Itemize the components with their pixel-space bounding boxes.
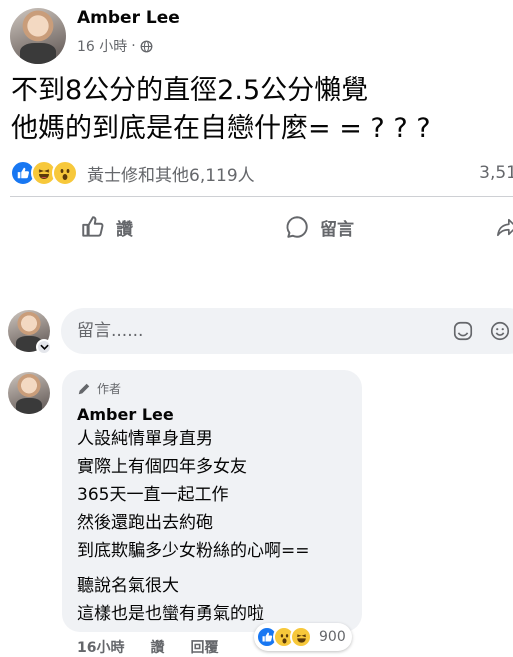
comment-line: 365天一直一起工作 xyxy=(77,485,229,505)
comment-label: 留言 xyxy=(320,219,354,240)
comment-line: 實際上有個四年多女友 xyxy=(77,457,247,477)
author-badge-label: 作者 xyxy=(97,382,122,396)
globe-icon xyxy=(140,40,153,52)
meta-separator: · xyxy=(131,38,136,54)
comment-line: 聽說名氣很大 xyxy=(77,576,179,596)
comment-author-name[interactable]: Amber Lee xyxy=(77,405,174,424)
comment-input[interactable] xyxy=(61,308,513,354)
post-reactions-summary[interactable]: 黃士修和其他6,119人 3,51 xyxy=(10,158,513,188)
comment-line: 人設純情單身直男 xyxy=(77,429,213,449)
comment-reply-button[interactable]: 回覆 xyxy=(190,637,218,657)
haha-icon xyxy=(290,626,312,648)
reaction-icons[interactable] xyxy=(10,160,78,186)
comment-reactions[interactable]: 900 xyxy=(254,623,352,651)
comment-time[interactable]: 16小時 xyxy=(77,637,124,657)
post-text: 不到8公分的直徑2.5公分懶覺 他媽的到底是在自戀什麼= = ? ? ? xyxy=(11,75,431,144)
share-button[interactable] xyxy=(496,214,513,240)
comment-footer: 16小時 讚 回覆 xyxy=(77,637,218,657)
comment-line: 然後還跑出去約砲 xyxy=(77,513,213,533)
divider xyxy=(10,196,513,197)
like-button[interactable]: 讚 xyxy=(80,214,133,240)
chevron-down-icon[interactable] xyxy=(36,339,52,355)
like-label: 讚 xyxy=(116,219,133,240)
pencil-icon xyxy=(78,383,90,394)
reactors-text[interactable]: 黃士修和其他6,119人 xyxy=(87,161,255,186)
post-time[interactable]: 16 小時 xyxy=(77,36,127,56)
post-author-avatar[interactable] xyxy=(10,8,66,64)
comment-line: 到底欺騙多少女粉絲的心啊== xyxy=(77,541,310,561)
thumbs-up-icon xyxy=(82,216,104,237)
post-action-bar: 讚 留言 xyxy=(0,206,513,252)
comment-reaction-count: 900 xyxy=(319,629,346,645)
comment-bubble-icon xyxy=(286,216,308,238)
comment-line: 這樣也是也蠻有勇氣的啦 xyxy=(77,604,264,624)
comment-button[interactable]: 留言 xyxy=(284,214,354,240)
comment-count[interactable]: 3,51 xyxy=(479,163,513,183)
sticker-icon[interactable] xyxy=(452,320,474,342)
emoji-icon[interactable] xyxy=(489,320,511,342)
post-author-name[interactable]: Amber Lee xyxy=(77,8,180,28)
comment-like-button[interactable]: 讚 xyxy=(150,637,164,657)
comment-author-avatar[interactable] xyxy=(8,372,50,414)
author-badge: 作者 xyxy=(77,380,121,397)
post-meta: 16 小時 · xyxy=(77,36,153,56)
share-arrow-icon xyxy=(497,218,513,237)
wow-icon xyxy=(52,160,78,186)
